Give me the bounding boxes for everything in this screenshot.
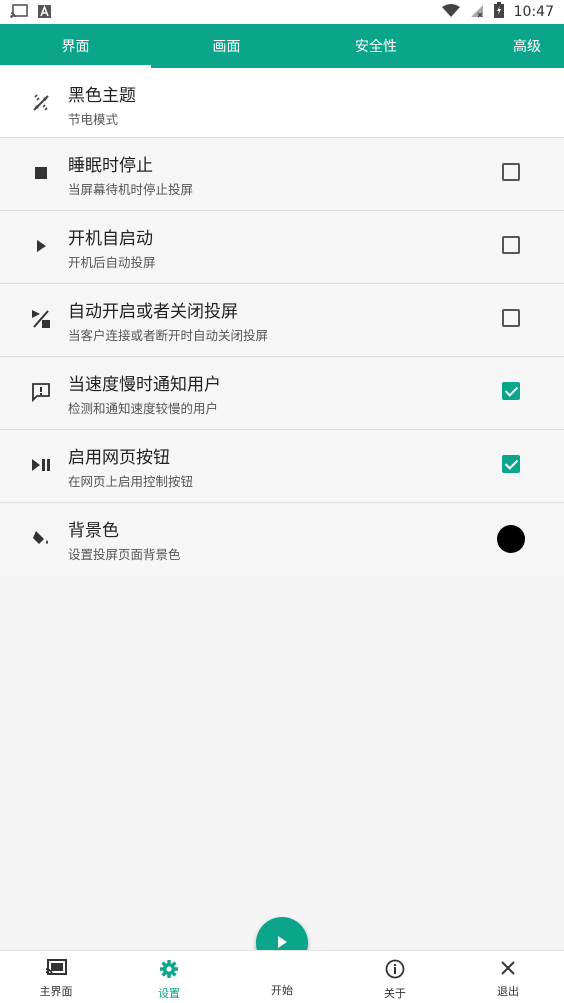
- status-bar: 10:47: [0, 0, 564, 24]
- setting-title: 启用网页按钮: [68, 448, 170, 468]
- cast-icon: [45, 959, 67, 981]
- nav-label: 主界面: [39, 985, 73, 998]
- close-icon: [499, 959, 517, 981]
- setting-title: 黑色主题: [68, 86, 136, 106]
- tab-advanced[interactable]: 高级: [450, 24, 564, 68]
- setting-subtitle: 节电模式: [68, 112, 119, 127]
- auto-toggle-checkbox[interactable]: [502, 309, 520, 327]
- auto-toggle-icon: [28, 306, 54, 332]
- setting-autostart[interactable]: 开机自启动 开机后自动投屏: [0, 211, 564, 284]
- setting-subtitle: 当客户连接或者断开时自动关闭投屏: [68, 328, 269, 343]
- dark-mode-icon: [28, 90, 54, 116]
- setting-web-buttons[interactable]: 启用网页按钮 在网页上启用控制按钮: [0, 430, 564, 503]
- tab-label: 安全性: [355, 39, 397, 55]
- setting-background-color[interactable]: 背景色 设置投屏页面背景色: [0, 503, 564, 575]
- tab-label: 画面: [212, 39, 241, 55]
- setting-subtitle: 当屏幕待机时停止投屏: [68, 182, 194, 197]
- setting-dark-theme[interactable]: 黑色主题 节电模式: [0, 68, 564, 138]
- setting-subtitle: 开机后自动投屏: [68, 255, 156, 270]
- cast-status-icon: [10, 3, 28, 22]
- play-icon: [28, 233, 54, 259]
- nav-label: 设置: [158, 987, 180, 1000]
- setting-slow-speed-notify[interactable]: 当速度慢时通知用户 检测和通知速度较慢的用户: [0, 357, 564, 430]
- background-color-swatch[interactable]: [497, 525, 525, 553]
- setting-title: 睡眠时停止: [68, 156, 153, 176]
- tab-security[interactable]: 安全性: [302, 24, 450, 68]
- settings-list: 黑色主题 节电模式 睡眠时停止 当屏幕待机时停止投屏 开机自启动 开机后自动投屏…: [0, 68, 564, 575]
- setting-subtitle: 设置投屏页面背景色: [68, 547, 181, 562]
- nav-home[interactable]: 主界面: [16, 951, 96, 1003]
- wifi-icon: [441, 3, 460, 22]
- play-pause-icon: [28, 452, 54, 478]
- start-label: 开始: [271, 984, 293, 997]
- nav-exit[interactable]: 退出: [468, 951, 548, 1003]
- no-signal-icon: [470, 3, 484, 22]
- nav-label: 关于: [384, 987, 406, 1000]
- setting-subtitle: 在网页上启用控制按钮: [68, 474, 194, 489]
- paint-bucket-icon: [28, 525, 54, 551]
- nav-label: 退出: [497, 985, 519, 998]
- nav-about[interactable]: 关于: [355, 951, 435, 1003]
- setting-subtitle: 检测和通知速度较慢的用户: [68, 401, 219, 416]
- notification-a-icon: [38, 3, 51, 22]
- tab-interface[interactable]: 界面: [0, 24, 151, 68]
- stop-on-sleep-checkbox[interactable]: [502, 163, 520, 181]
- feedback-icon: [28, 379, 54, 405]
- setting-title: 当速度慢时通知用户: [68, 375, 221, 395]
- stop-icon: [28, 160, 54, 186]
- tab-picture[interactable]: 画面: [151, 24, 302, 68]
- setting-title: 开机自启动: [68, 229, 153, 249]
- tab-label: 高级: [513, 39, 541, 55]
- setting-stop-on-sleep[interactable]: 睡眠时停止 当屏幕待机时停止投屏: [0, 138, 564, 211]
- battery-icon: [493, 2, 504, 22]
- autostart-checkbox[interactable]: [502, 236, 520, 254]
- info-icon: [385, 959, 405, 983]
- setting-auto-toggle[interactable]: 自动开启或者关闭投屏 当客户连接或者断开时自动关闭投屏: [0, 284, 564, 357]
- slow-speed-notify-checkbox[interactable]: [502, 382, 520, 400]
- status-time: 10:47: [513, 4, 554, 20]
- nav-settings[interactable]: 设置: [129, 951, 209, 1003]
- tab-bar: 界面 画面 安全性 高级: [0, 24, 564, 68]
- setting-title: 自动开启或者关闭投屏: [68, 302, 238, 322]
- setting-title: 背景色: [68, 521, 119, 541]
- tab-label: 界面: [61, 39, 90, 55]
- web-buttons-checkbox[interactable]: [502, 455, 520, 473]
- gear-icon: [159, 959, 179, 983]
